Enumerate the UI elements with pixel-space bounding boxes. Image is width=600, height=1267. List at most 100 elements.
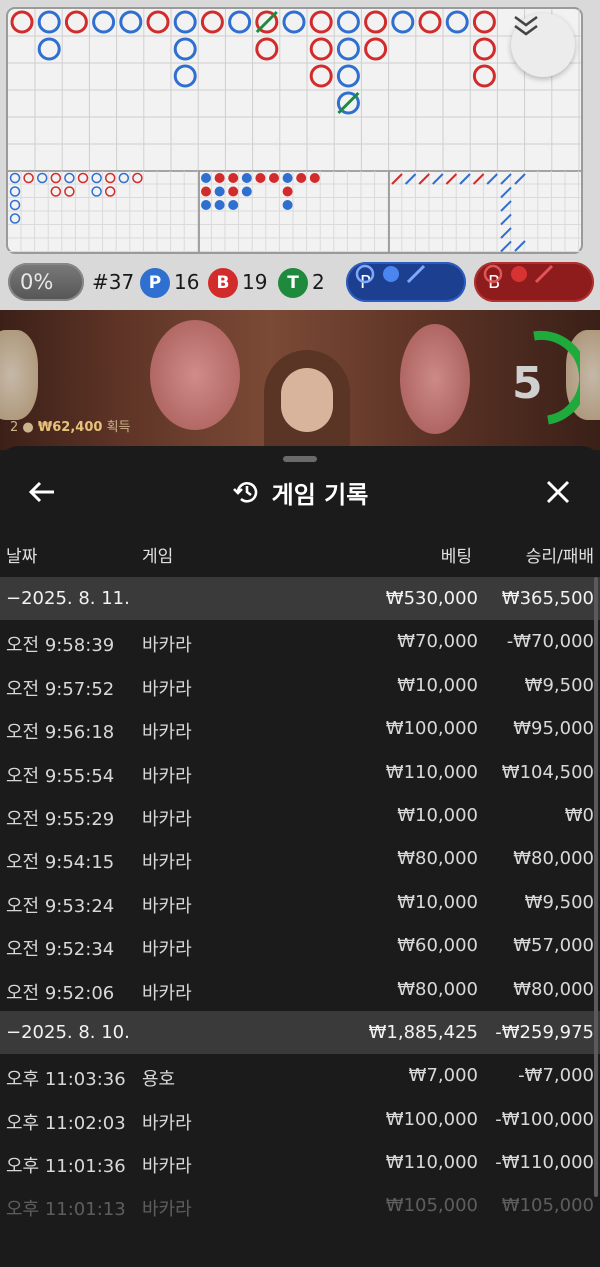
row-time: 오전 9:52:34 <box>6 939 115 961</box>
row-time: 오전 9:56:18 <box>6 722 115 744</box>
row-game: 바카라 <box>142 895 192 917</box>
history-row: 오전 9:52:34 바카라 ₩60,000 ₩57,000 <box>0 924 600 967</box>
row-result: ₩80,000 <box>513 978 594 1000</box>
row-bet: ₩100,000 <box>385 1108 478 1130</box>
row-bet: ₩80,000 <box>397 848 478 870</box>
group-bet-total: ₩530,000 <box>385 588 478 609</box>
row-bet: ₩10,000 <box>397 891 478 913</box>
row-result: ₩104,500 <box>501 761 594 783</box>
banker-count: 19 <box>242 270 268 294</box>
game-history-panel: 게임 기록 날짜 게임 베팅 승리/패배 −2025. 8. 11. ₩530,0… <box>0 446 600 1267</box>
row-bet: ₩10,000 <box>397 804 478 826</box>
row-bet: ₩100,000 <box>385 718 478 740</box>
row-result: -₩100,000 <box>495 1108 594 1130</box>
row-game: 바카라 <box>142 1112 192 1134</box>
history-row: 오전 9:54:15 바카라 ₩80,000 ₩80,000 <box>0 837 600 880</box>
win-suffix: 획득 <box>106 420 131 435</box>
banker-badge: B <box>208 268 238 298</box>
winners-info: 2 ● ₩62,400 획득 <box>10 416 130 435</box>
chevron-double-down-icon <box>514 15 538 36</box>
row-time: 오전 9:55:54 <box>6 765 115 787</box>
row-result: ₩0 <box>564 804 594 826</box>
countdown-number: 5 <box>512 358 543 409</box>
row-bet: ₩110,000 <box>385 761 478 783</box>
history-row: 오후 11:01:13 바카라 ₩105,000 ₩105,000 <box>0 1184 600 1227</box>
row-bet: ₩80,000 <box>397 978 478 1000</box>
row-game: 바카라 <box>142 722 192 744</box>
row-game: 바카라 <box>142 678 192 700</box>
row-result: -₩7,000 <box>518 1065 594 1087</box>
history-row: 오전 9:55:54 바카라 ₩110,000 ₩104,500 <box>0 751 600 794</box>
row-bet: ₩60,000 <box>397 935 478 957</box>
row-game: 바카라 <box>142 808 192 830</box>
group-date: −2025. 8. 11. <box>6 588 130 609</box>
tie-count: 2 <box>312 270 325 294</box>
winners-count: 2 <box>10 420 19 435</box>
drag-handle[interactable] <box>283 456 317 462</box>
column-date: 날짜 <box>6 547 38 567</box>
group-bet-total: ₩1,885,425 <box>368 1021 478 1043</box>
row-time: 오전 9:54:15 <box>6 852 115 874</box>
road-board: 0% #37 P 16 B 19 T 2 P B <box>0 0 600 310</box>
row-game: 바카라 <box>142 765 192 787</box>
row-bet: ₩70,000 <box>397 631 478 653</box>
history-row: 오전 9:56:18 바카라 ₩100,000 ₩95,000 <box>0 707 600 750</box>
blossom-left <box>150 320 240 430</box>
row-game: 바카라 <box>142 852 192 874</box>
panel-header: 게임 기록 <box>0 474 600 510</box>
row-time: 오전 9:55:29 <box>6 808 115 830</box>
column-headers: 날짜 게임 베팅 승리/패배 <box>0 542 600 567</box>
history-icon <box>232 482 257 503</box>
live-video: 5 2 ● ₩62,400 획득 <box>0 310 600 450</box>
panel-title: 게임 기록 <box>271 480 369 509</box>
history-row: 오전 9:53:24 바카라 ₩10,000 ₩9,500 <box>0 881 600 924</box>
predict-banker-button[interactable]: B <box>474 262 594 302</box>
row-game: 바카라 <box>142 1199 192 1221</box>
scrollbar[interactable] <box>594 577 598 1197</box>
row-time: 오전 9:52:06 <box>6 982 115 1004</box>
collapse-button[interactable] <box>511 13 575 77</box>
history-row: 오전 9:57:52 바카라 ₩10,000 ₩9,500 <box>0 664 600 707</box>
row-result: ₩57,000 <box>513 935 594 957</box>
win-amount: ₩62,400 <box>37 420 103 435</box>
history-row: 오후 11:01:36 바카라 ₩110,000 -₩110,000 <box>0 1141 600 1184</box>
row-game: 바카라 <box>142 982 192 1004</box>
user-icon: ● <box>22 420 34 435</box>
close-icon[interactable] <box>542 476 574 508</box>
history-row: 오전 9:52:06 바카라 ₩80,000 ₩80,000 <box>0 968 600 1011</box>
player-badge: P <box>140 268 170 298</box>
row-game: 바카라 <box>142 939 192 961</box>
date-group-row[interactable]: −2025. 8. 10. ₩1,885,425 -₩259,975 <box>0 1010 600 1055</box>
group-result-total: -₩259,975 <box>495 1021 594 1043</box>
row-result: ₩105,000 <box>501 1195 594 1217</box>
percent-toggle[interactable]: 0% <box>8 263 84 301</box>
predict-player-button[interactable]: P <box>346 262 466 302</box>
app-root: 0% #37 P 16 B 19 T 2 P B 5 2 ● ₩62,400 획… <box>0 0 600 1267</box>
history-row: 오후 11:03:36 용호 ₩7,000 -₩7,000 <box>0 1054 600 1097</box>
history-row: 오전 9:58:39 바카라 ₩70,000 -₩70,000 <box>0 620 600 663</box>
row-time: 오후 11:01:13 <box>6 1199 126 1221</box>
row-time: 오전 9:58:39 <box>6 635 115 657</box>
percent-label: 0% <box>20 270 54 294</box>
history-row: 오전 9:55:29 바카라 ₩10,000 ₩0 <box>0 794 600 837</box>
row-bet: ₩110,000 <box>385 1152 478 1174</box>
bead-road-grid <box>6 7 583 254</box>
row-bet: ₩10,000 <box>397 674 478 696</box>
date-group-row[interactable]: −2025. 8. 11. ₩530,000 ₩365,500 <box>0 577 600 621</box>
row-result: ₩9,500 <box>524 674 594 696</box>
row-time: 오후 11:03:36 <box>6 1069 126 1091</box>
round-number: #37 <box>92 270 135 294</box>
row-result: -₩110,000 <box>495 1152 594 1174</box>
row-result: -₩70,000 <box>506 631 594 653</box>
row-result: ₩80,000 <box>513 848 594 870</box>
group-result-total: ₩365,500 <box>501 588 594 609</box>
history-row: 오후 11:02:03 바카라 ₩100,000 -₩100,000 <box>0 1098 600 1141</box>
row-game: 바카라 <box>142 635 192 657</box>
history-list: −2025. 8. 11. ₩530,000 ₩365,500 오전 9:58:39 바… <box>0 577 600 1228</box>
player-count: 16 <box>174 270 200 294</box>
row-game: 용호 <box>142 1069 176 1091</box>
row-time: 오후 11:01:36 <box>6 1156 126 1178</box>
group-date: −2025. 8. 10. <box>6 1021 130 1043</box>
row-game: 바카라 <box>142 1156 192 1178</box>
column-bet: 베팅 <box>440 547 472 567</box>
